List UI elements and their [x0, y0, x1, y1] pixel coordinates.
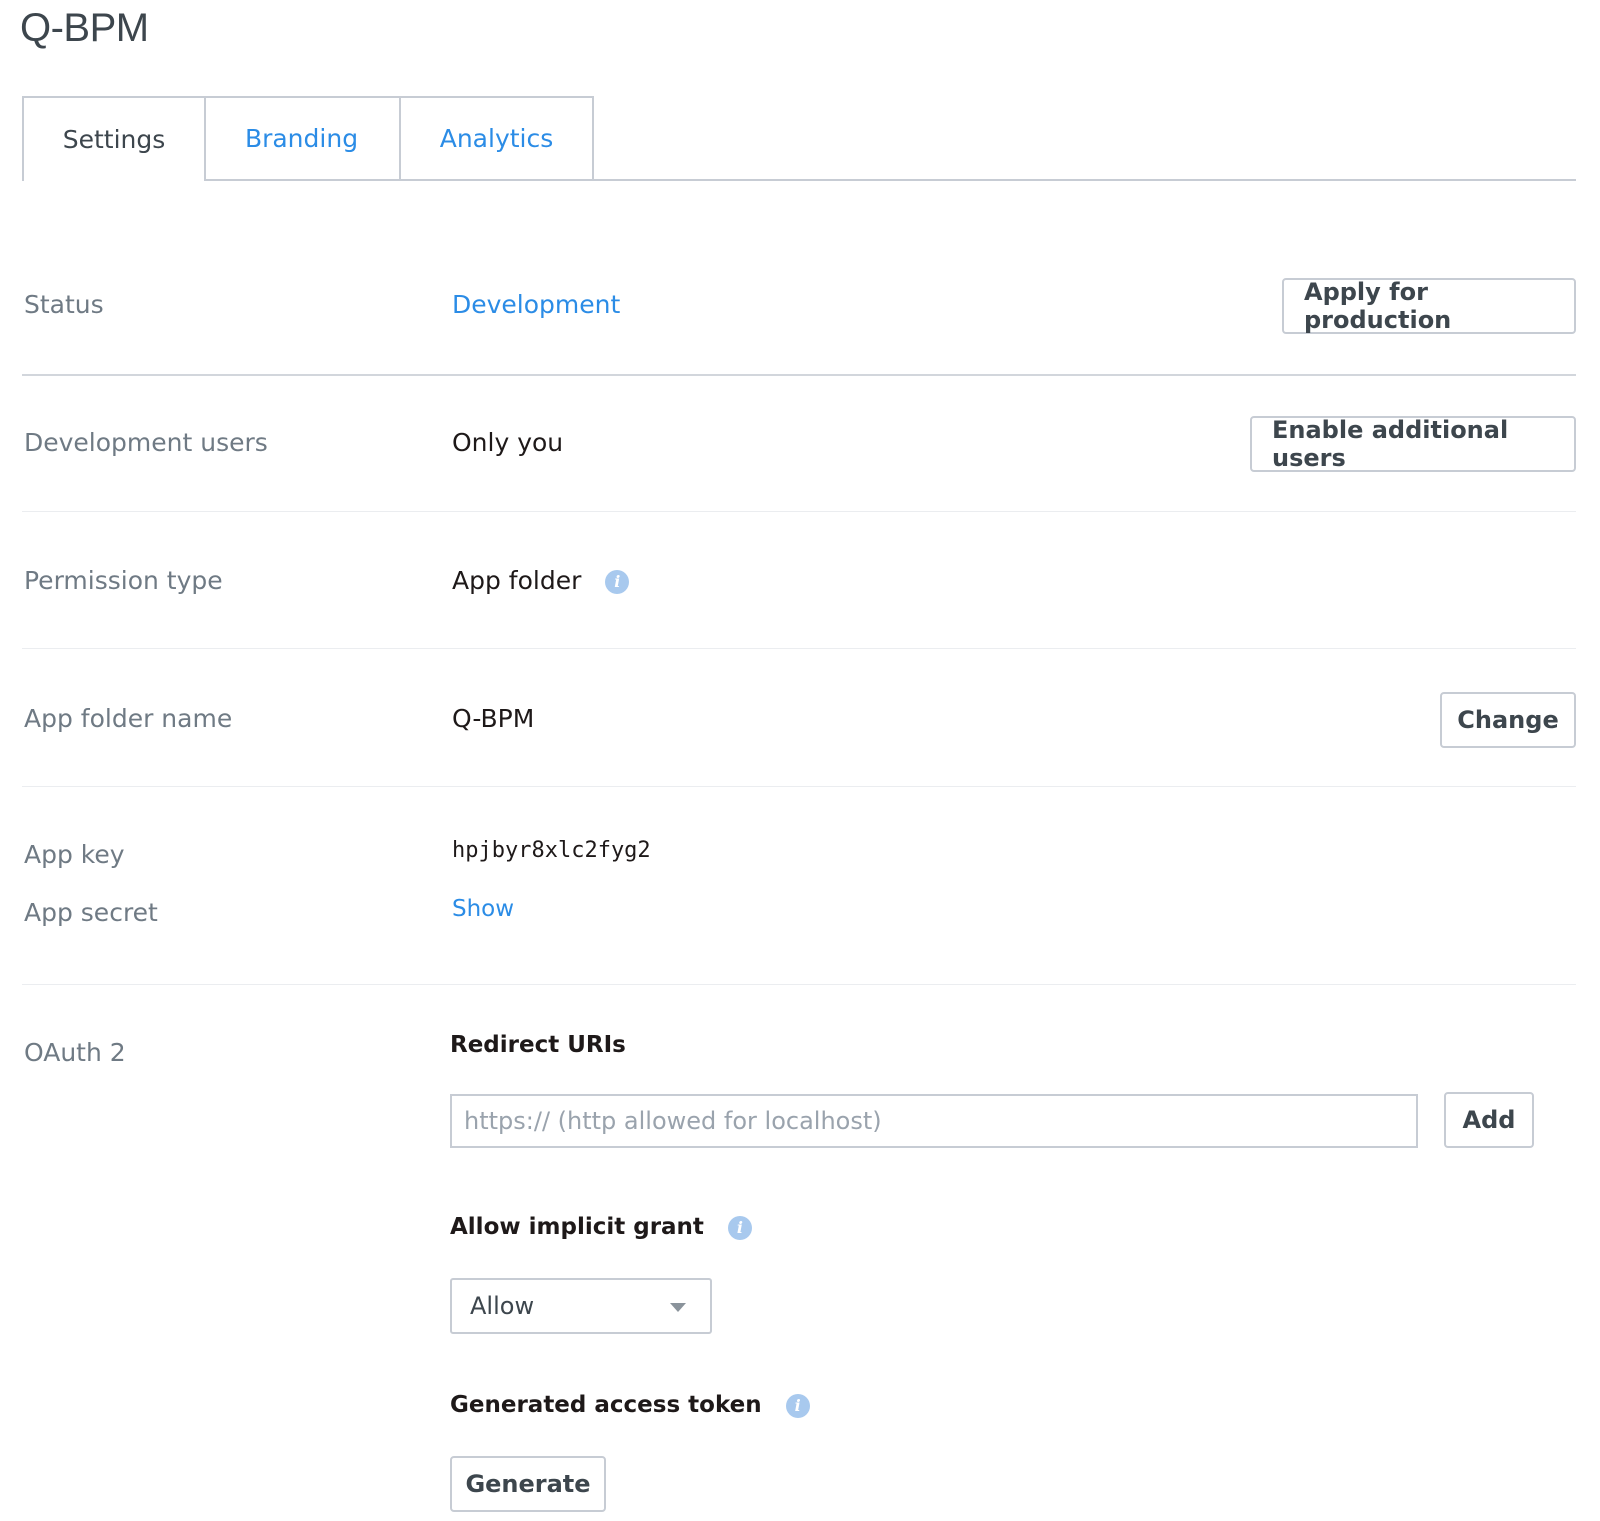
- dev-users-label: Development users: [24, 428, 268, 457]
- allow-implicit-grant-heading: Allow implicit grant i: [450, 1214, 752, 1240]
- status-row: Status Development Apply for production: [22, 276, 1576, 336]
- app-key-label: App key: [24, 840, 125, 869]
- tab-branding[interactable]: Branding: [204, 96, 401, 179]
- status-value-link[interactable]: Development: [452, 290, 620, 319]
- redirect-uri-input[interactable]: [450, 1094, 1418, 1148]
- info-icon[interactable]: i: [727, 1215, 752, 1240]
- page-title: Q-BPM: [20, 6, 149, 50]
- change-folder-button[interactable]: Change: [1440, 692, 1576, 748]
- generated-access-token-heading: Generated access token i: [450, 1392, 810, 1418]
- permission-label: Permission type: [24, 566, 223, 595]
- row-divider: [22, 786, 1576, 787]
- generate-token-button[interactable]: Generate: [450, 1456, 606, 1512]
- allow-implicit-grant-text: Allow implicit grant: [450, 1214, 704, 1240]
- folder-name-label: App folder name: [24, 704, 233, 733]
- chevron-down-icon: [670, 1303, 686, 1312]
- tab-bar: Settings Branding Analytics: [22, 96, 1576, 181]
- generated-access-token-text: Generated access token: [450, 1392, 762, 1418]
- row-divider: [22, 511, 1576, 512]
- row-divider: [22, 374, 1576, 376]
- info-icon[interactable]: i: [785, 1393, 810, 1418]
- dev-users-value: Only you: [452, 428, 564, 457]
- oauth-label: OAuth 2: [24, 1038, 126, 1067]
- implicit-grant-select[interactable]: Allow: [450, 1278, 712, 1334]
- tab-bar-divider: [22, 179, 1576, 181]
- enable-additional-users-button[interactable]: Enable additional users: [1250, 416, 1576, 472]
- status-label: Status: [24, 290, 104, 319]
- apply-for-production-button[interactable]: Apply for production: [1282, 278, 1576, 334]
- permission-row: Permission type App folder i: [22, 552, 1576, 612]
- app-credentials-row: App key hpjbyr8xlc2fyg2 App secret Show: [22, 838, 1576, 938]
- tab-analytics[interactable]: Analytics: [399, 96, 594, 179]
- folder-name-value: Q-BPM: [452, 704, 535, 733]
- app-secret-label: App secret: [24, 898, 158, 927]
- show-secret-link[interactable]: Show: [452, 896, 514, 922]
- app-key-value: hpjbyr8xlc2fyg2: [452, 838, 651, 863]
- permission-value: App folder i: [452, 566, 630, 595]
- tab-settings[interactable]: Settings: [22, 96, 206, 181]
- permission-value-text: App folder: [452, 566, 582, 595]
- info-icon[interactable]: i: [605, 570, 630, 594]
- row-divider: [22, 648, 1576, 649]
- dev-users-row: Development users Only you Enable additi…: [22, 414, 1576, 474]
- folder-name-row: App folder name Q-BPM Change: [22, 690, 1576, 750]
- redirect-uris-heading: Redirect URIs: [450, 1032, 626, 1058]
- implicit-grant-selected-value: Allow: [470, 1292, 535, 1320]
- add-redirect-uri-button[interactable]: Add: [1444, 1092, 1534, 1148]
- row-divider: [22, 984, 1576, 985]
